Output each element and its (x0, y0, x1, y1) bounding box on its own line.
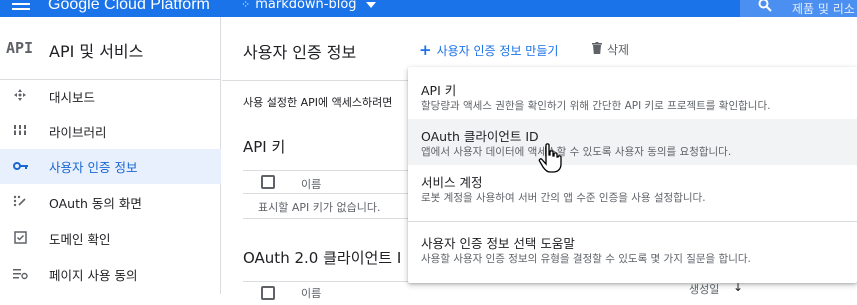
menu-item-title: API 키 (421, 83, 457, 98)
menu-item-title: 사용자 인증 정보 선택 도움말 (421, 236, 575, 251)
project-selector[interactable]: ⁘ markdown-blog (241, 0, 376, 12)
sidebar: API API 및 서비스 대시보드 라이브러리 사용자 인증 정보 OAuth… (0, 17, 221, 294)
top-app-bar: Google Cloud Platform ⁘ markdown-blog 제품… (0, 0, 857, 17)
menu-icon[interactable] (12, 0, 30, 12)
settings-list-icon (13, 267, 28, 283)
sidebar-header: API API 및 서비스 (0, 17, 220, 80)
sidebar-item-label: 페이지 사용 동의 (49, 268, 138, 283)
menu-item-api-key[interactable]: API 키 할당량과 액세스 권한을 확인하기 위해 간단한 API 키로 프로… (408, 67, 857, 119)
add-icon: + (419, 41, 432, 59)
create-credentials-button[interactable]: + 사용자 인증 정보 만들기 (419, 41, 558, 59)
project-icon: ⁘ (241, 0, 251, 11)
oauth-clients-table-header: 이름 생성일 ↓ (243, 280, 857, 305)
sidebar-item-label: 라이브러리 (49, 125, 107, 140)
chevron-down-icon (365, 1, 376, 8)
sidebar-item-label: 도메인 확인 (49, 232, 111, 247)
trash-icon (592, 42, 602, 57)
delete-label: 삭제 (607, 43, 630, 57)
sidebar-item-domain-verification[interactable]: 도메인 확인 (0, 221, 221, 256)
create-credentials-label: 사용자 인증 정보 만들기 (436, 43, 559, 58)
checkbox-icon (13, 230, 27, 247)
menu-item-subtitle: 사용할 사용자 인증 정보의 유형을 결정할 수 있도록 몇 가지 질문을 합니… (421, 253, 751, 265)
hand-pointer-icon (538, 143, 562, 173)
api-keys-heading: API 키 (243, 138, 286, 156)
page-title: 사용자 인증 정보 (243, 43, 357, 62)
menu-item-title: OAuth 클라이언트 ID (421, 129, 539, 144)
sidebar-item-credentials[interactable]: 사용자 인증 정보 (0, 149, 221, 184)
library-icon (13, 123, 27, 140)
menu-item-subtitle: 로봇 계정을 사용하여 서버 간의 앱 수준 인증을 사용 설정합니다. (421, 192, 706, 204)
sidebar-item-label: OAuth 동의 화면 (49, 196, 142, 211)
menu-item-oauth-client-id[interactable]: OAuth 클라이언트 ID 앱에서 사용자 데이터에 액세스할 수 있도록 사… (408, 119, 857, 165)
select-all-checkbox[interactable] (261, 286, 275, 300)
sidebar-item-oauth-consent[interactable]: OAuth 동의 화면 (0, 185, 221, 220)
sidebar-item-dashboard[interactable]: 대시보드 (0, 79, 221, 114)
sidebar-item-library[interactable]: 라이브러리 (0, 114, 221, 149)
menu-item-help-me-choose[interactable]: 사용자 인증 정보 선택 도움말 사용할 사용자 인증 정보의 유형을 결정할 … (408, 224, 857, 280)
column-header-name[interactable]: 이름 (301, 176, 321, 192)
search-icon (758, 0, 772, 16)
page-description: 사용 설정한 API에 액세스하려면 (243, 96, 393, 109)
consent-icon (13, 194, 27, 211)
column-header-name[interactable]: 이름 (301, 285, 321, 301)
menu-item-title: 서비스 계정 (421, 175, 483, 190)
empty-state-text: 표시할 API 키가 없습니다. (258, 201, 381, 214)
menu-item-service-account[interactable]: 서비스 계정 로봇 계정을 사용하여 서버 간의 앱 수준 인증을 사용 설정합… (408, 165, 857, 215)
sidebar-item-label: 대시보드 (49, 90, 96, 105)
oauth-clients-heading: OAuth 2.0 클라이언트 I (243, 249, 402, 267)
key-icon (13, 160, 28, 174)
dashboard-icon (13, 88, 27, 105)
select-all-checkbox[interactable] (261, 175, 275, 189)
sidebar-title: API 및 서비스 (49, 42, 144, 61)
sidebar-item-page-usage-agreements[interactable]: 페이지 사용 동의 (0, 257, 221, 292)
product-name[interactable]: Google Cloud Platform (48, 0, 210, 14)
search-placeholder: 제품 및 리소 (792, 2, 855, 16)
column-header-created[interactable]: 생성일 (689, 281, 719, 297)
delete-button[interactable]: 삭제 (592, 41, 629, 58)
menu-divider (408, 221, 857, 222)
api-logo: API (6, 39, 34, 57)
create-credentials-menu: API 키 할당량과 액세스 권한을 확인하기 위해 간단한 API 키로 프로… (408, 67, 857, 283)
search-input[interactable]: 제품 및 리소 (740, 0, 857, 17)
sidebar-item-label: 사용자 인증 정보 (49, 160, 138, 175)
menu-item-subtitle: 할당량과 액세스 권한을 확인하기 위해 간단한 API 키로 프로젝트를 확인… (421, 100, 771, 112)
menu-item-subtitle: 앱에서 사용자 데이터에 액세스할 수 있도록 사용자 동의를 요청합니다. (421, 146, 732, 158)
project-name: markdown-blog (255, 0, 357, 12)
